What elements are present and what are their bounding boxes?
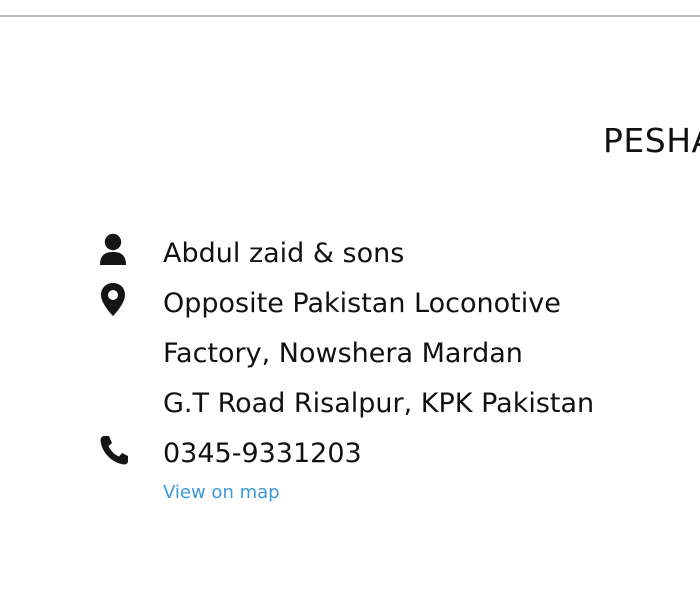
address-line-2: Factory, Nowshera Mardan — [163, 338, 523, 369]
address-block: Opposite Pakistan Loconotive Factory, No… — [129, 279, 594, 429]
contact-name-row: Abdul zaid & sons — [97, 229, 404, 279]
phone-row: 0345-9331203 — [97, 429, 362, 479]
map-pin-icon — [97, 279, 129, 319]
page: PESHA Abdul zaid & sons Opposite Pakista… — [0, 0, 700, 605]
phone-icon — [97, 429, 129, 469]
address-line-3: G.T Road Risalpur, KPK Pakistan — [163, 388, 595, 419]
city-heading: PESHA — [603, 121, 700, 160]
contact-name: Abdul zaid & sons — [163, 238, 405, 269]
view-on-map-link[interactable]: View on map — [163, 480, 280, 506]
phone-number: 0345-9331203 — [163, 438, 362, 469]
address-line-1: Opposite Pakistan Loconotive — [163, 288, 561, 319]
address-row: Opposite Pakistan Loconotive Factory, No… — [97, 279, 594, 429]
top-divider — [0, 15, 700, 17]
person-icon — [97, 229, 129, 269]
